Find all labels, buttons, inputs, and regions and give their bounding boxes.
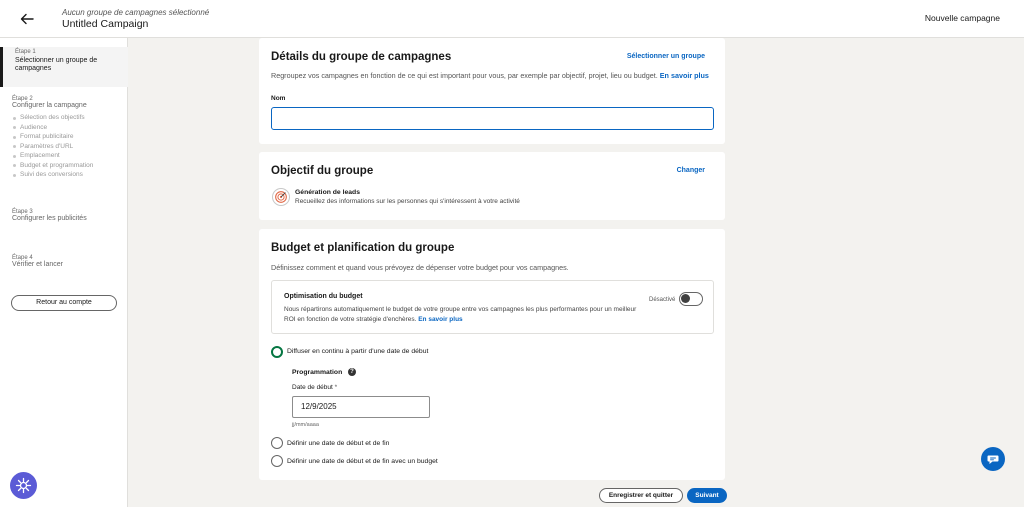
chat-bubble-icon xyxy=(987,455,999,464)
details-description: Regroupez vos campagnes en fonction de c… xyxy=(271,71,711,81)
substep-budget[interactable]: Budget et programmation xyxy=(12,161,124,171)
radio-start-end-label[interactable]: Définir une date de début et de fin xyxy=(287,440,389,447)
back-arrow-icon[interactable] xyxy=(18,10,36,28)
save-and-quit-button[interactable]: Enregistrer et quitter xyxy=(599,488,683,503)
campaign-title: Untitled Campaign xyxy=(62,18,149,30)
toggle-knob xyxy=(681,294,690,303)
select-group-link[interactable]: Sélectionner un groupe xyxy=(627,53,705,60)
step-1-label: Étape 1 xyxy=(15,49,36,55)
step-4-title: Vérifier et lancer xyxy=(12,261,63,268)
budget-schedule-card: Budget et planification du groupe Défini… xyxy=(259,229,725,480)
optimization-learn-more-link[interactable]: En savoir plus xyxy=(418,316,462,323)
name-label: Nom xyxy=(271,95,286,102)
group-objective-card: Objectif du groupe Changer Génération de… xyxy=(259,152,725,220)
radio-continuous[interactable] xyxy=(271,346,283,358)
optimization-description: Nous répartirons automatiquement le budg… xyxy=(284,305,644,324)
back-to-account-button[interactable]: Retour au compte xyxy=(11,295,117,311)
start-date-input[interactable]: 12/9/2025 xyxy=(292,396,430,418)
substep-placement[interactable]: Emplacement xyxy=(12,151,124,161)
start-date-label: Date de début * xyxy=(292,384,337,391)
chat-fab-button[interactable] xyxy=(981,447,1005,471)
step-3-item[interactable]: Étape 3 Configurer les publicités xyxy=(12,209,124,223)
radio-start-end-budget-label[interactable]: Définir une date de début et de fin avec… xyxy=(287,458,438,465)
details-learn-more-link[interactable]: En savoir plus xyxy=(660,71,709,80)
start-date-label-text: Date de début xyxy=(292,384,333,391)
step-1-title: Sélectionner un groupe de campagnes xyxy=(15,57,98,72)
step-2-item[interactable]: Étape 2 Configurer la campagne Sélection… xyxy=(12,96,124,180)
new-campaign-link[interactable]: Nouvelle campagne xyxy=(925,13,1000,23)
footer-actions: Enregistrer et quitter Suivant xyxy=(259,483,727,507)
step-4-item[interactable]: Étape 4 Vérifier et lancer xyxy=(12,255,124,269)
radio-start-end-budget[interactable] xyxy=(271,455,283,467)
radio-continuous-label[interactable]: Diffuser en continu à partir d'une date … xyxy=(287,348,428,355)
budget-optimization-box: Optimisation du budget Nous répartirons … xyxy=(271,280,714,334)
details-heading: Détails du groupe de campagnes xyxy=(271,51,452,63)
toggle-state-label: Désactivé xyxy=(649,297,676,303)
programming-label: Programmation xyxy=(292,369,343,376)
steps-sidebar: Étape 1 Sélectionner un groupe de campag… xyxy=(0,38,128,507)
objective-description: Recueillez des informations sur les pers… xyxy=(295,198,520,205)
required-mark: * xyxy=(334,384,338,391)
budget-optimization-toggle[interactable] xyxy=(679,292,703,306)
budget-heading: Budget et planification du groupe xyxy=(271,242,455,254)
date-format-hint: jj/mm/aaaa xyxy=(292,422,319,428)
step-3-title: Configurer les publicités xyxy=(12,215,87,222)
step-1-item[interactable]: Étape 1 Sélectionner un groupe de campag… xyxy=(0,47,128,87)
help-icon[interactable]: ? xyxy=(348,368,356,376)
radio-start-end[interactable] xyxy=(271,437,283,449)
substep-audience[interactable]: Audience xyxy=(12,123,124,133)
substep-conversions[interactable]: Suivi des conversions xyxy=(12,170,124,180)
campaign-group-details-card: Détails du groupe de campagnes Sélection… xyxy=(259,38,725,144)
objective-name: Génération de leads xyxy=(295,189,360,196)
details-description-text: Regroupez vos campagnes en fonction de c… xyxy=(271,71,658,80)
target-icon xyxy=(272,188,290,206)
objective-heading: Objectif du groupe xyxy=(271,165,374,177)
assistant-fab-button[interactable] xyxy=(10,472,37,499)
substep-url-params[interactable]: Paramètres d'URL xyxy=(12,142,124,152)
step-2-substeps: Sélection des objectifs Audience Format … xyxy=(12,113,124,180)
step-2-title: Configurer la campagne xyxy=(12,102,87,109)
next-button[interactable]: Suivant xyxy=(687,488,727,503)
substep-ad-format[interactable]: Format publicitaire xyxy=(12,132,124,142)
budget-description: Définissez comment et quand vous prévoye… xyxy=(271,263,569,272)
change-objective-link[interactable]: Changer xyxy=(677,167,705,174)
optimization-title: Optimisation du budget xyxy=(284,293,363,300)
group-name-input[interactable] xyxy=(271,107,714,130)
top-bar: Aucun groupe de campagnes sélectionné Un… xyxy=(0,0,1024,38)
substep-objective[interactable]: Sélection des objectifs xyxy=(12,113,124,123)
campaign-group-subtitle: Aucun groupe de campagnes sélectionné xyxy=(62,8,210,17)
sparkle-icon xyxy=(15,477,32,494)
